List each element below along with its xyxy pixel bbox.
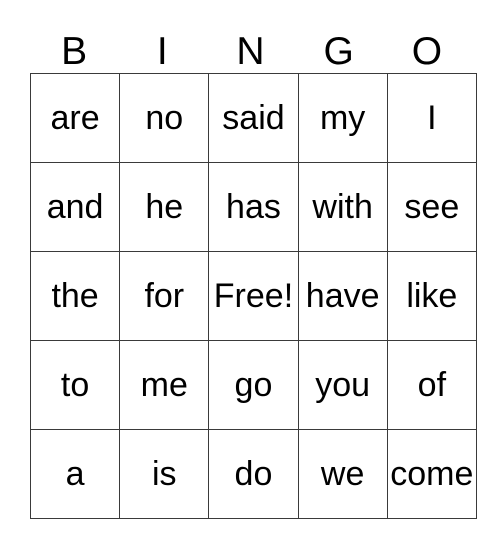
bingo-header-row: B I N G O xyxy=(30,14,471,73)
bingo-header-letter-b: B xyxy=(61,30,88,73)
bingo-cell[interactable]: like xyxy=(386,251,477,341)
bingo-cell[interactable]: I xyxy=(386,73,477,163)
bingo-cell[interactable]: go xyxy=(208,340,299,430)
bingo-header-letter-o: O xyxy=(411,30,443,73)
bingo-row: are no said my I xyxy=(29,73,477,163)
bingo-cell[interactable]: are xyxy=(29,73,121,163)
bingo-cell[interactable]: for xyxy=(119,251,210,341)
bingo-header-letter-i: I xyxy=(156,30,168,73)
bingo-cell[interactable]: is xyxy=(119,429,210,519)
bingo-cell[interactable]: has xyxy=(208,162,299,252)
bingo-card: B I N G O are no said my I and he has wi… xyxy=(29,14,477,519)
bingo-cell[interactable]: with xyxy=(297,162,388,252)
bingo-cell[interactable]: a xyxy=(29,429,121,519)
bingo-row: to me go you of xyxy=(29,340,477,430)
bingo-cell[interactable]: said xyxy=(208,73,299,163)
bingo-cell-free-space[interactable]: Free! xyxy=(208,251,299,341)
bingo-header-letter-g: G xyxy=(323,30,354,73)
bingo-cell[interactable]: you xyxy=(297,340,388,430)
bingo-cell[interactable]: and xyxy=(29,162,121,252)
bingo-cell[interactable]: have xyxy=(297,251,388,341)
bingo-cell[interactable]: do xyxy=(208,429,299,519)
bingo-cell[interactable]: no xyxy=(119,73,210,163)
bingo-row: a is do we come xyxy=(29,429,477,519)
bingo-cell[interactable]: my xyxy=(297,73,388,163)
bingo-cell[interactable]: me xyxy=(119,340,210,430)
bingo-row: the for Free! have like xyxy=(29,251,477,341)
bingo-cell[interactable]: we xyxy=(297,429,388,519)
bingo-cell[interactable]: the xyxy=(29,251,121,341)
bingo-grid: are no said my I and he has with see the… xyxy=(29,73,477,519)
bingo-cell[interactable]: see xyxy=(386,162,477,252)
bingo-cell[interactable]: come xyxy=(386,429,477,519)
bingo-cell[interactable]: of xyxy=(386,340,477,430)
bingo-header-letter-n: N xyxy=(236,30,265,73)
bingo-cell[interactable]: he xyxy=(119,162,210,252)
bingo-cell[interactable]: to xyxy=(29,340,121,430)
bingo-row: and he has with see xyxy=(29,162,477,252)
